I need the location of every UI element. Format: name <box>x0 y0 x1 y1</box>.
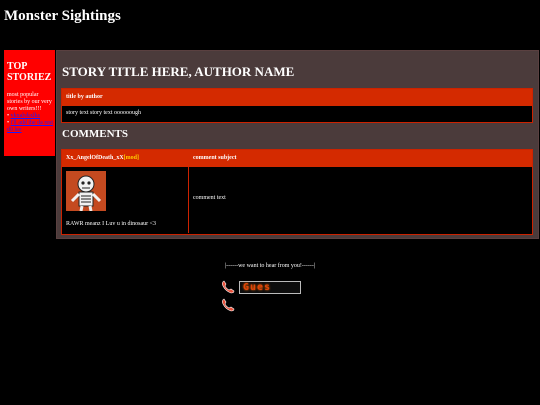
comment-header-row: Xx_AngelOfDeath_xX[mod] comment subject <box>62 150 532 167</box>
story-body: story text story text oooooough <box>66 110 141 116</box>
contact-row: Gues <box>221 280 301 294</box>
comment-author-cell: RAWR meanz I Luv u in dinosaur <3 <box>62 167 189 233</box>
feedback-text: |------we want to hear from you!------| <box>224 263 316 269</box>
comment-author-name[interactable]: Xx_AngelOfDeath_xX <box>66 155 124 161</box>
phone-icon[interactable] <box>221 298 235 312</box>
sidebar-story-link[interactable]: vkxalvkxlks <box>11 113 40 119</box>
guestbook-badge[interactable]: Gues <box>239 280 301 294</box>
site-title: Monster Sightings <box>4 8 121 24</box>
story-box: title by author story text story text oo… <box>61 88 533 123</box>
story-title: STORY TITLE HERE, AUTHOR NAME <box>62 64 295 79</box>
sidebar-description: most popular stories by our very own wri… <box>7 92 52 112</box>
comments-heading: COMMENTS <box>62 128 128 140</box>
mod-badge: [mod] <box>123 155 140 161</box>
comment-author-header: Xx_AngelOfDeath_xX[mod] <box>62 150 189 167</box>
comment-signature: RAWR meanz I Luv u in dinosaur <3 <box>66 221 157 227</box>
avatar[interactable] <box>66 171 106 211</box>
sidebar-story-link[interactable]: i'll add the da rest d0 lee <box>7 120 53 133</box>
sidebar-story-item: vkxalvkxlks <box>7 113 55 120</box>
contact-row <box>221 298 235 312</box>
comment-text: comment text <box>193 195 226 201</box>
skeleton-avatar-icon <box>66 171 106 211</box>
main-panel: STORY TITLE HERE, AUTHOR NAME title by a… <box>56 50 539 239</box>
sidebar-story-list: vkxalvkxlks i'll add the da rest d0 lee <box>7 113 55 134</box>
sidebar: TOP STORIEZ most popular stories by our … <box>4 50 55 156</box>
sidebar-story-item: i'll add the da rest d0 lee <box>7 120 55 134</box>
story-header: title by author <box>62 89 532 106</box>
comments-table: Xx_AngelOfDeath_xX[mod] comment subject <box>61 149 533 235</box>
sidebar-title: TOP STORIEZ <box>7 61 52 83</box>
comment-subject-header: comment subject <box>193 155 237 161</box>
phone-icon[interactable] <box>221 280 235 294</box>
comment-row: RAWR meanz I Luv u in dinosaur <3 commen… <box>62 167 532 233</box>
